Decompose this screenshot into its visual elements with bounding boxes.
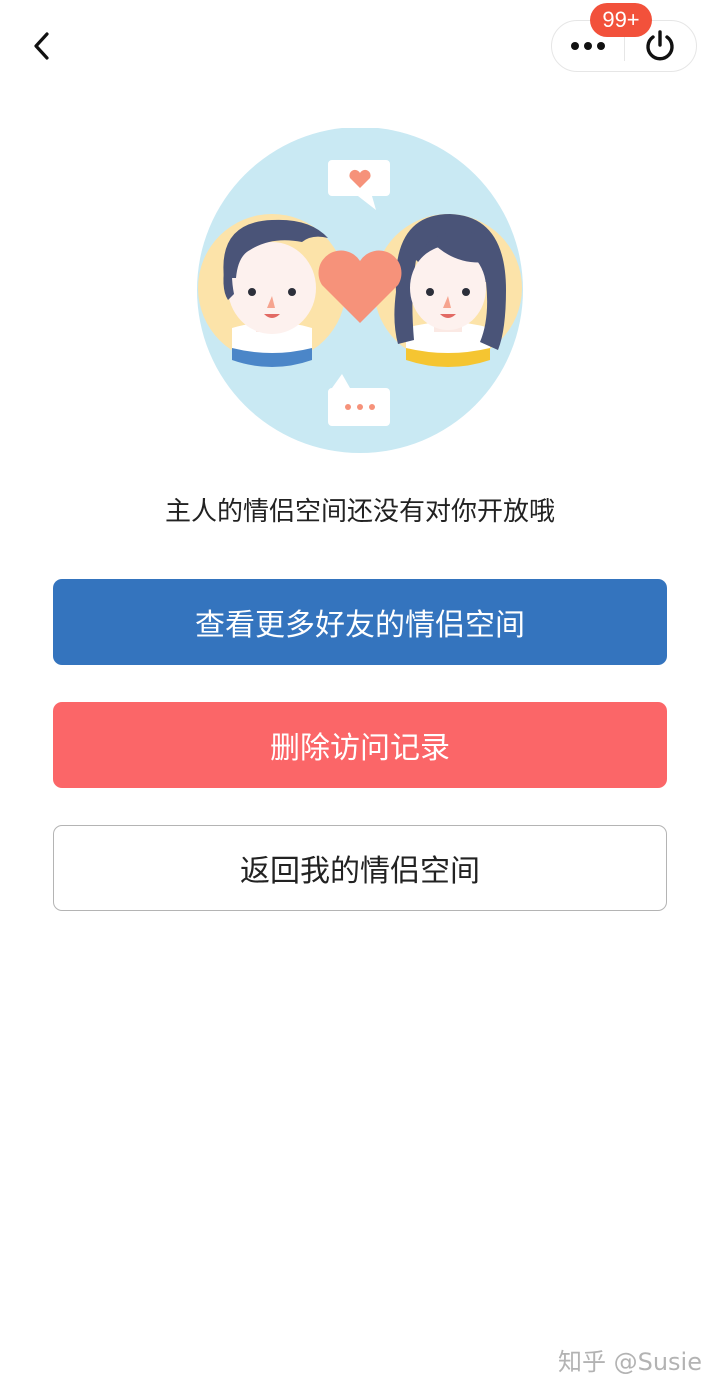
power-icon xyxy=(646,30,674,61)
back-button[interactable] xyxy=(22,26,62,66)
notification-badge: 99+ xyxy=(590,3,652,37)
access-denied-message: 主人的情侣空间还没有对你开放哦 xyxy=(164,497,555,527)
return-my-space-button[interactable]: 返回我的情侣空间 xyxy=(53,825,667,911)
delete-history-button[interactable]: 删除访问记录 xyxy=(53,702,667,788)
view-more-friends-button[interactable]: 查看更多好友的情侣空间 xyxy=(53,579,667,665)
couple-illustration xyxy=(197,128,523,453)
chevron-left-icon xyxy=(34,32,49,60)
watermark-text: 知乎 @Susie xyxy=(557,1348,702,1376)
more-dots-icon xyxy=(570,42,605,50)
